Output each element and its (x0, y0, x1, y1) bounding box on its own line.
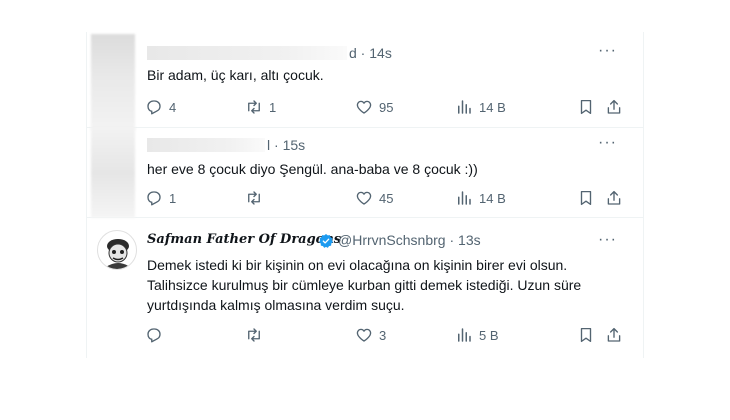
tweet-text: her eve 8 çocuk diyo Şengül. ana-baba ve… (147, 161, 478, 177)
reply-count: 4 (169, 99, 177, 115)
view-count: 5 B (479, 327, 499, 343)
like-count: 45 (379, 190, 394, 206)
heart-icon (356, 191, 372, 205)
retweet-icon (248, 100, 260, 114)
like-button[interactable]: 3 (355, 325, 386, 345)
views-icon (458, 191, 471, 205)
retweet-icon (248, 328, 260, 342)
tweet-actions: 4 1 95 14 B (145, 97, 621, 117)
name-tail: l (267, 137, 271, 153)
share-button[interactable] (605, 97, 623, 117)
share-icon (607, 327, 621, 342)
heart-icon (356, 328, 372, 342)
views-icon (458, 328, 471, 342)
bookmark-icon (580, 99, 592, 115)
reply-count: 1 (169, 190, 177, 206)
retweet-count: 1 (269, 99, 277, 115)
blurred-avatar (91, 128, 135, 218)
tweet-thread: d · 14s ··· Bir adam, üç karı, altı çocu… (86, 32, 644, 358)
retweet-icon (248, 191, 260, 205)
name-tail: d (349, 45, 357, 61)
more-icon[interactable]: ··· (598, 231, 617, 249)
bookmark-icon (580, 327, 592, 343)
reply-icon (147, 328, 161, 343)
tweet-text: Demek istedi ki bir kişinin on evi olaca… (147, 257, 582, 313)
user-handle[interactable]: @HrrvnSchsnbrg (338, 232, 446, 248)
blurred-user-name (147, 138, 265, 152)
views-button[interactable]: 14 B (455, 188, 506, 208)
share-icon (607, 99, 621, 114)
views-button[interactable]: 5 B (455, 325, 499, 345)
tweet-meta: l · 15s (267, 137, 306, 153)
tweet-text: Bir adam, üç karı, altı çocuk. (147, 67, 324, 83)
views-button[interactable]: 14 B (455, 97, 506, 117)
bookmark-button[interactable] (577, 188, 595, 208)
like-button[interactable]: 45 (355, 188, 393, 208)
more-icon[interactable]: ··· (598, 42, 617, 60)
avatar[interactable] (97, 230, 137, 270)
tweet-1[interactable]: d · 14s ··· Bir adam, üç karı, altı çocu… (87, 32, 643, 130)
blurred-user-name (147, 46, 347, 60)
tweet-meta: d · 14s (349, 45, 392, 61)
retweet-button[interactable]: 1 (245, 97, 276, 117)
view-count: 14 B (479, 99, 506, 115)
share-button[interactable] (605, 325, 623, 345)
reply-button[interactable] (145, 325, 169, 345)
tweet-time[interactable]: 13s (458, 232, 481, 248)
more-icon[interactable]: ··· (598, 134, 617, 152)
like-count: 95 (379, 99, 394, 115)
display-name[interactable]: Safman Father Of Dragons (147, 232, 341, 247)
tweet-time[interactable]: 15s (283, 137, 306, 153)
reply-button[interactable]: 4 (145, 97, 176, 117)
share-icon (607, 190, 621, 205)
tweet-actions: 3 5 B (145, 325, 621, 345)
retweet-button[interactable] (245, 325, 269, 345)
reply-button[interactable]: 1 (145, 188, 176, 208)
bookmark-icon (580, 190, 592, 206)
tweet-time[interactable]: 14s (369, 45, 392, 61)
view-count: 14 B (479, 190, 506, 206)
tweet-meta: @HrrvnSchsnbrg · 13s (338, 232, 481, 248)
like-button[interactable]: 95 (355, 97, 393, 117)
like-count: 3 (379, 327, 387, 343)
blurred-avatar (91, 34, 135, 130)
tweet-3[interactable]: Safman Father Of Dragons @HrrvnSchsnbrg … (87, 218, 643, 358)
reply-icon (147, 191, 161, 206)
bookmark-button[interactable] (577, 97, 595, 117)
retweet-button[interactable] (245, 188, 269, 208)
tweet-2[interactable]: l · 15s ··· her eve 8 çocuk diyo Şengül.… (87, 128, 643, 218)
verified-badge-icon (319, 234, 333, 248)
bookmark-button[interactable] (577, 325, 595, 345)
heart-icon (356, 100, 372, 114)
share-button[interactable] (605, 188, 623, 208)
tweet-actions: 1 45 14 B (145, 188, 621, 208)
views-icon (458, 100, 471, 114)
reply-icon (147, 100, 161, 115)
avatar-image (106, 239, 130, 269)
